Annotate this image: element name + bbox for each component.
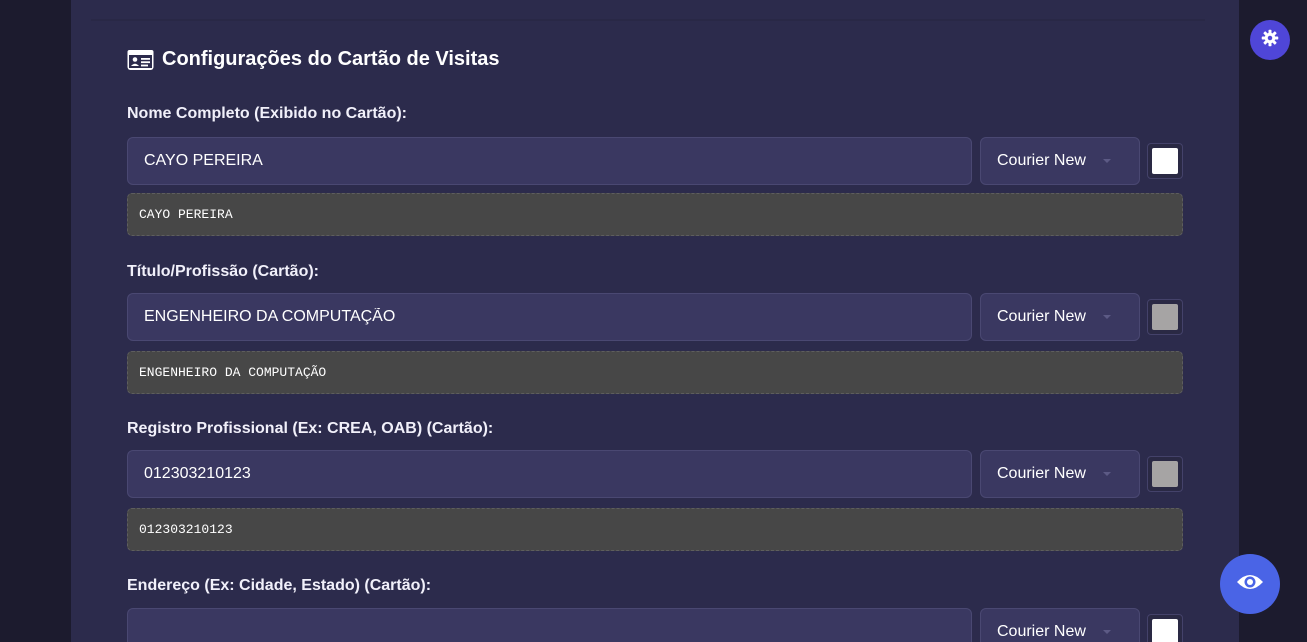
- caret-down-icon: [1103, 315, 1111, 319]
- settings-panel: Configurações do Cartão de Visitas Nome …: [71, 0, 1239, 642]
- id-card-icon: [127, 49, 154, 71]
- field-full-name: Nome Completo (Exibido no Cartão): Couri…: [127, 104, 1183, 236]
- field-row: Courier New: [127, 608, 1183, 642]
- color-swatch: [1152, 148, 1178, 174]
- settings-button[interactable]: [1250, 20, 1290, 60]
- color-swatch: [1152, 461, 1178, 487]
- color-picker[interactable]: [1147, 456, 1183, 492]
- page: Configurações do Cartão de Visitas Nome …: [0, 0, 1307, 642]
- font-select[interactable]: Courier New: [980, 293, 1140, 341]
- font-select-value: Courier New: [997, 623, 1086, 640]
- font-select[interactable]: Courier New: [980, 608, 1140, 642]
- color-picker[interactable]: [1147, 614, 1183, 642]
- color-swatch: [1152, 619, 1178, 642]
- color-picker[interactable]: [1147, 299, 1183, 335]
- color-swatch: [1152, 304, 1178, 330]
- field-row: Courier New: [127, 137, 1183, 185]
- field-address: Endereço (Ex: Cidade, Estado) (Cartão): …: [127, 576, 1183, 642]
- preview-box: 012303210123: [127, 508, 1183, 551]
- font-select-value: Courier New: [997, 152, 1086, 169]
- font-select[interactable]: Courier New: [980, 137, 1140, 185]
- panel-divider: [91, 19, 1205, 21]
- full-name-input[interactable]: [127, 137, 972, 185]
- field-label: Nome Completo (Exibido no Cartão):: [127, 105, 407, 122]
- section-title: Configurações do Cartão de Visitas: [127, 48, 500, 71]
- field-title: Título/Profissão (Cartão): Courier New E…: [127, 262, 1183, 394]
- font-select-value: Courier New: [997, 465, 1086, 482]
- field-row: Courier New: [127, 450, 1183, 498]
- preview-button[interactable]: [1220, 554, 1280, 614]
- preview-box: CAYO PEREIRA: [127, 193, 1183, 236]
- registration-input[interactable]: [127, 450, 972, 498]
- field-label: Registro Profissional (Ex: CREA, OAB) (C…: [127, 420, 494, 437]
- preview-box: ENGENHEIRO DA COMPUTAÇÃO: [127, 351, 1183, 394]
- field-label: Endereço (Ex: Cidade, Estado) (Cartão):: [127, 577, 432, 594]
- eye-icon: [1236, 572, 1264, 597]
- field-registration: Registro Profissional (Ex: CREA, OAB) (C…: [127, 419, 1183, 551]
- caret-down-icon: [1103, 159, 1111, 163]
- address-input[interactable]: [127, 608, 972, 642]
- section-title-text: Configurações do Cartão de Visitas: [162, 48, 500, 70]
- color-picker[interactable]: [1147, 143, 1183, 179]
- title-input[interactable]: [127, 293, 972, 341]
- gear-icon: [1261, 29, 1279, 52]
- font-select[interactable]: Courier New: [980, 450, 1140, 498]
- caret-down-icon: [1103, 630, 1111, 634]
- font-select-value: Courier New: [997, 308, 1086, 325]
- field-row: Courier New: [127, 293, 1183, 341]
- field-label: Título/Profissão (Cartão):: [127, 263, 320, 280]
- caret-down-icon: [1103, 472, 1111, 476]
